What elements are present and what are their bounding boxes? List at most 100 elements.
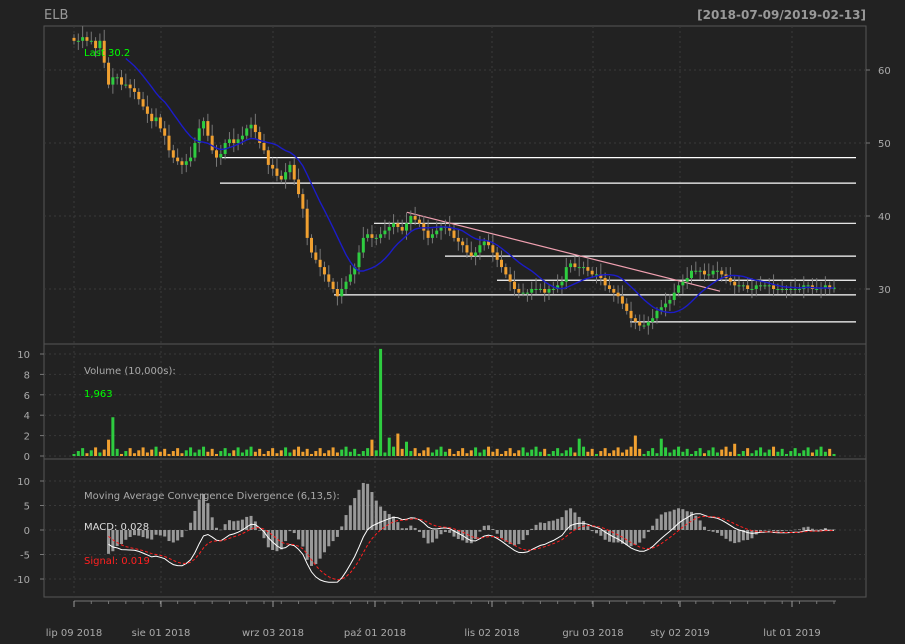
macd-histogram-bar	[379, 506, 383, 530]
candle-body	[184, 161, 188, 165]
macd-histogram-bar	[629, 530, 633, 547]
symbol-title: ELB	[44, 8, 68, 23]
candle-body	[206, 121, 210, 136]
candle-body	[85, 37, 89, 41]
volume-bar	[379, 348, 383, 456]
volume-bar	[668, 452, 672, 456]
volume-bar	[793, 448, 797, 456]
macd-histogram-bar	[456, 530, 460, 539]
x-tick-label: lis 02 2018	[464, 628, 519, 639]
macd-histogram-bar	[590, 530, 594, 532]
volume-bar	[102, 449, 106, 456]
volume-bar	[76, 451, 80, 456]
volume-bar	[435, 449, 439, 456]
candle-body	[521, 292, 525, 294]
volume-bar	[569, 447, 573, 456]
macd-histogram-bar	[258, 530, 262, 531]
macd-histogram-bar	[780, 530, 784, 532]
macd-histogram-bar	[348, 505, 352, 530]
volume-bar	[741, 451, 745, 456]
macd-histogram-bar	[154, 530, 158, 535]
candle-body	[685, 278, 689, 282]
volume-bar	[767, 449, 771, 456]
volume-bar	[806, 447, 810, 456]
macd-histogram-bar	[616, 530, 620, 543]
volume-tick-label: 6	[24, 391, 30, 402]
volume-bar	[797, 453, 801, 456]
volume-tick-label: 0	[24, 452, 30, 463]
macd-histogram-bar	[335, 530, 339, 537]
candle-body	[530, 289, 534, 293]
volume-bar	[819, 446, 823, 456]
candle-body	[409, 216, 413, 224]
volume-bar	[227, 453, 231, 456]
volume-bar	[508, 448, 512, 456]
volume-bar	[664, 447, 668, 456]
macd-histogram-bar	[500, 530, 503, 539]
macd-histogram-bar	[487, 525, 491, 530]
volume-bar	[538, 451, 542, 456]
candle-body	[754, 285, 758, 289]
candle-body	[361, 237, 365, 253]
macd-histogram-bar	[517, 530, 521, 545]
macd-histogram-bar	[370, 492, 374, 530]
volume-bar	[193, 452, 197, 456]
candle-body	[262, 143, 266, 151]
macd-histogram-bar	[573, 512, 577, 530]
macd-histogram-bar	[806, 526, 810, 530]
candle-body	[491, 245, 495, 253]
candle-body	[776, 289, 780, 290]
macd-histogram-bar	[664, 512, 668, 530]
candle-body	[400, 226, 404, 231]
candle-body	[512, 281, 516, 289]
candle-body	[603, 278, 607, 286]
macd-histogram-bar	[344, 515, 348, 530]
macd-histogram-bar	[733, 530, 737, 544]
candle-body	[232, 139, 236, 143]
volume-bar	[465, 453, 469, 456]
candle-body	[387, 226, 391, 231]
candle-body	[98, 40, 102, 49]
macd-histogram-bar	[426, 530, 430, 544]
candle-body	[616, 292, 620, 297]
volume-bar	[586, 451, 590, 456]
volume-bar	[443, 451, 447, 456]
macd-histogram-bar	[314, 530, 318, 565]
candle-body	[560, 281, 564, 286]
macd-histogram-bar	[236, 520, 240, 530]
candle-body	[310, 237, 313, 253]
candle-body	[469, 252, 473, 257]
candle-body	[746, 285, 750, 289]
candle-body	[465, 245, 469, 253]
candle-body	[405, 223, 408, 231]
candle-body	[392, 223, 396, 227]
macd-histogram-bar	[677, 508, 681, 530]
candle-body	[772, 285, 776, 289]
volume-bar	[245, 449, 249, 456]
x-tick-label: gru 03 2018	[562, 628, 623, 639]
macd-histogram-bar	[482, 525, 486, 530]
candle-body	[569, 263, 573, 268]
macd-histogram-bar	[685, 511, 689, 530]
macd-histogram-bar	[543, 523, 547, 530]
candle-body	[379, 234, 383, 238]
macd-histogram-bar	[180, 530, 184, 538]
volume-bar	[556, 448, 560, 456]
volume-bar	[266, 451, 270, 456]
volume-bar	[702, 453, 706, 456]
x-tick-label: lut 01 2019	[763, 628, 821, 639]
candle-body	[124, 84, 128, 86]
macd-histogram-bar	[318, 530, 322, 559]
volume-bar	[590, 448, 594, 456]
volume-bar	[582, 446, 586, 456]
volume-bar	[487, 446, 491, 456]
volume-bar	[111, 417, 115, 456]
volume-bar	[629, 446, 633, 456]
candle-body	[525, 292, 529, 294]
volume-bar	[271, 448, 275, 456]
candle-body	[677, 285, 681, 293]
volume-bar	[707, 450, 711, 456]
volume-bar	[171, 451, 175, 456]
macd-histogram-bar	[240, 519, 244, 530]
volume-bar	[655, 453, 659, 456]
